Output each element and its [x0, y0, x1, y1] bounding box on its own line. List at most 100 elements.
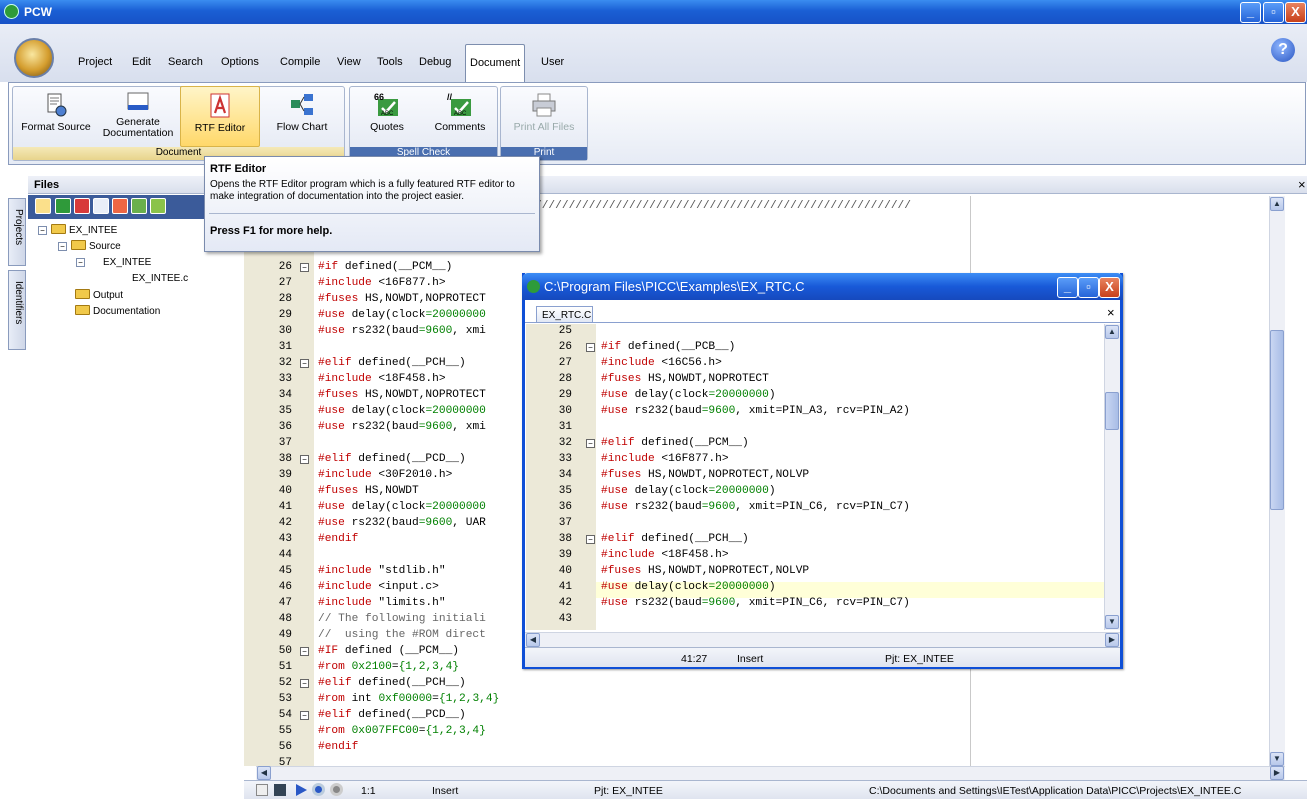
comments-label: Comments — [434, 121, 486, 133]
popup-scroll-down-icon[interactable]: ▼ — [1105, 615, 1119, 629]
line-number: 33 — [558, 453, 572, 465]
popup-minimize-button[interactable]: _ — [1057, 277, 1078, 298]
tree-item-output[interactable]: Output — [75, 289, 123, 301]
tree-item-documentation[interactable]: Documentation — [75, 305, 160, 317]
open-folder-icon[interactable] — [35, 198, 51, 214]
menu-compile[interactable]: Compile — [280, 56, 320, 68]
scroll-right-icon[interactable]: ▶ — [1270, 766, 1284, 780]
menu-view[interactable]: View — [337, 56, 361, 68]
popup-scroll-right-icon[interactable]: ▶ — [1105, 633, 1119, 647]
tree-item-file-group[interactable]: − EX_INTEE — [76, 257, 151, 268]
code-line: #endif — [318, 741, 359, 753]
fold-icon[interactable]: − — [300, 679, 309, 688]
remove-file-icon[interactable] — [74, 198, 90, 214]
menu-project[interactable]: Project — [78, 56, 112, 68]
editor-scroll-thumb[interactable] — [1270, 330, 1284, 510]
stop-icon[interactable] — [330, 783, 343, 796]
quotes-label: Quotes — [370, 121, 404, 133]
menu-edit[interactable]: Edit — [132, 56, 151, 68]
maximize-button[interactable]: ▫ — [1263, 2, 1284, 23]
play-icon[interactable] — [296, 784, 307, 796]
code-line: #fuses HS,NOWDT,NOPROTECT — [318, 293, 486, 305]
quotes-icon: 66 ABC — [374, 92, 398, 117]
generate-documentation-button[interactable]: Generate Documentation — [98, 86, 178, 147]
new-file-icon[interactable] — [93, 198, 109, 214]
format-source-button[interactable]: Format Source — [16, 86, 96, 147]
code-line: #include <16F877.h> — [601, 453, 729, 465]
popup-scroll-thumb[interactable] — [1105, 392, 1119, 430]
record-icon[interactable] — [312, 783, 325, 796]
tree-expand-icon[interactable] — [131, 198, 147, 214]
status-project: Pjt: EX_INTEE — [594, 785, 663, 797]
menu-document[interactable]: Document — [465, 44, 526, 82]
help-icon[interactable]: ? — [1271, 38, 1295, 62]
generate-documentation-icon — [127, 92, 149, 110]
tab-identifiers[interactable]: Identifiers — [8, 270, 26, 350]
popup-status-project: Pjt: EX_INTEE — [885, 653, 954, 665]
print-all-files-label: Print All Files — [513, 121, 575, 133]
scroll-left-icon[interactable]: ◀ — [257, 766, 271, 780]
tree-item-project[interactable]: − EX_INTEE — [38, 224, 117, 236]
fold-icon[interactable]: − — [586, 535, 595, 544]
rtf-editor-button[interactable]: RTF Editor — [180, 86, 260, 147]
fold-icon[interactable]: − — [300, 263, 309, 272]
svg-text:ABC: ABC — [454, 111, 467, 117]
fold-icon[interactable]: − — [586, 439, 595, 448]
fold-icon[interactable]: − — [586, 343, 595, 352]
editor-close-icon[interactable]: × — [1298, 177, 1306, 192]
popup-status-mode: Insert — [737, 653, 764, 665]
flow-chart-button[interactable]: Flow Chart — [262, 86, 342, 147]
add-file-icon[interactable] — [55, 198, 71, 214]
popup-scroll-up-icon[interactable]: ▲ — [1105, 325, 1119, 339]
minimize-button[interactable]: _ — [1240, 2, 1261, 23]
popup-tab[interactable]: EX_RTC.C — [536, 306, 593, 323]
code-line: #include <18F458.h> — [601, 549, 729, 561]
code-line: #if defined(__PCM__) — [318, 261, 453, 273]
collapse-icon[interactable]: − — [38, 226, 47, 235]
quotes-button[interactable]: 66 ABC Quotes — [352, 86, 422, 147]
menu-tools[interactable]: Tools — [377, 56, 403, 68]
line-number: 35 — [278, 405, 292, 417]
comments-icon: // ABC — [447, 92, 471, 117]
line-number: 36 — [558, 501, 572, 513]
app-menu-orb[interactable] — [14, 38, 54, 78]
fold-icon[interactable]: − — [300, 711, 309, 720]
popup-maximize-button[interactable]: ▫ — [1078, 277, 1099, 298]
code-line: #elif defined(__PCH__) — [601, 533, 749, 545]
colors-icon[interactable] — [112, 198, 128, 214]
popup-horizontal-scrollbar[interactable] — [525, 632, 1120, 647]
tooltip-divider — [209, 213, 535, 214]
minus-icon[interactable] — [256, 784, 268, 796]
fold-icon[interactable]: − — [300, 359, 309, 368]
menu-options[interactable]: Options — [221, 56, 259, 68]
tree-collapse-icon[interactable] — [150, 198, 166, 214]
code-line: #use delay(clock=20000000) — [601, 389, 776, 401]
pin-icon[interactable] — [274, 784, 286, 796]
menu-search[interactable]: Search — [168, 56, 203, 68]
fold-icon[interactable]: − — [300, 455, 309, 464]
tree-item-source[interactable]: − Source — [58, 240, 121, 252]
comments-button[interactable]: // ABC Comments — [424, 86, 496, 147]
app-icon — [4, 4, 19, 19]
code-line: #use rs232(baud=9600, UAR — [318, 517, 486, 529]
folder-icon — [71, 240, 86, 250]
scroll-up-icon[interactable]: ▲ — [1270, 197, 1284, 211]
popup-vertical-scrollbar[interactable] — [1104, 324, 1120, 630]
scroll-down-icon[interactable]: ▼ — [1270, 752, 1284, 766]
collapse-icon[interactable]: − — [58, 242, 67, 251]
menu-user[interactable]: User — [541, 56, 564, 68]
folder-icon — [75, 289, 90, 299]
close-button[interactable]: X — [1285, 2, 1306, 23]
popup-tab-close-icon[interactable]: × — [1107, 305, 1115, 320]
code-line: #include <18F458.h> — [318, 373, 446, 385]
menu-debug[interactable]: Debug — [419, 56, 451, 68]
collapse-icon[interactable]: − — [76, 258, 85, 267]
popup-scroll-left-icon[interactable]: ◀ — [526, 633, 540, 647]
editor-horizontal-scrollbar[interactable] — [256, 766, 1285, 780]
fold-icon[interactable]: − — [300, 647, 309, 656]
popup-close-button[interactable]: X — [1099, 277, 1120, 298]
tree-item-file[interactable]: EX_INTEE.c — [132, 273, 188, 284]
code-line: #fuses HS,NOWDT,NOPROTECT,NOLVP — [601, 565, 810, 577]
print-all-files-button[interactable]: Print All Files — [503, 86, 585, 147]
tab-projects[interactable]: Projects — [8, 198, 26, 266]
